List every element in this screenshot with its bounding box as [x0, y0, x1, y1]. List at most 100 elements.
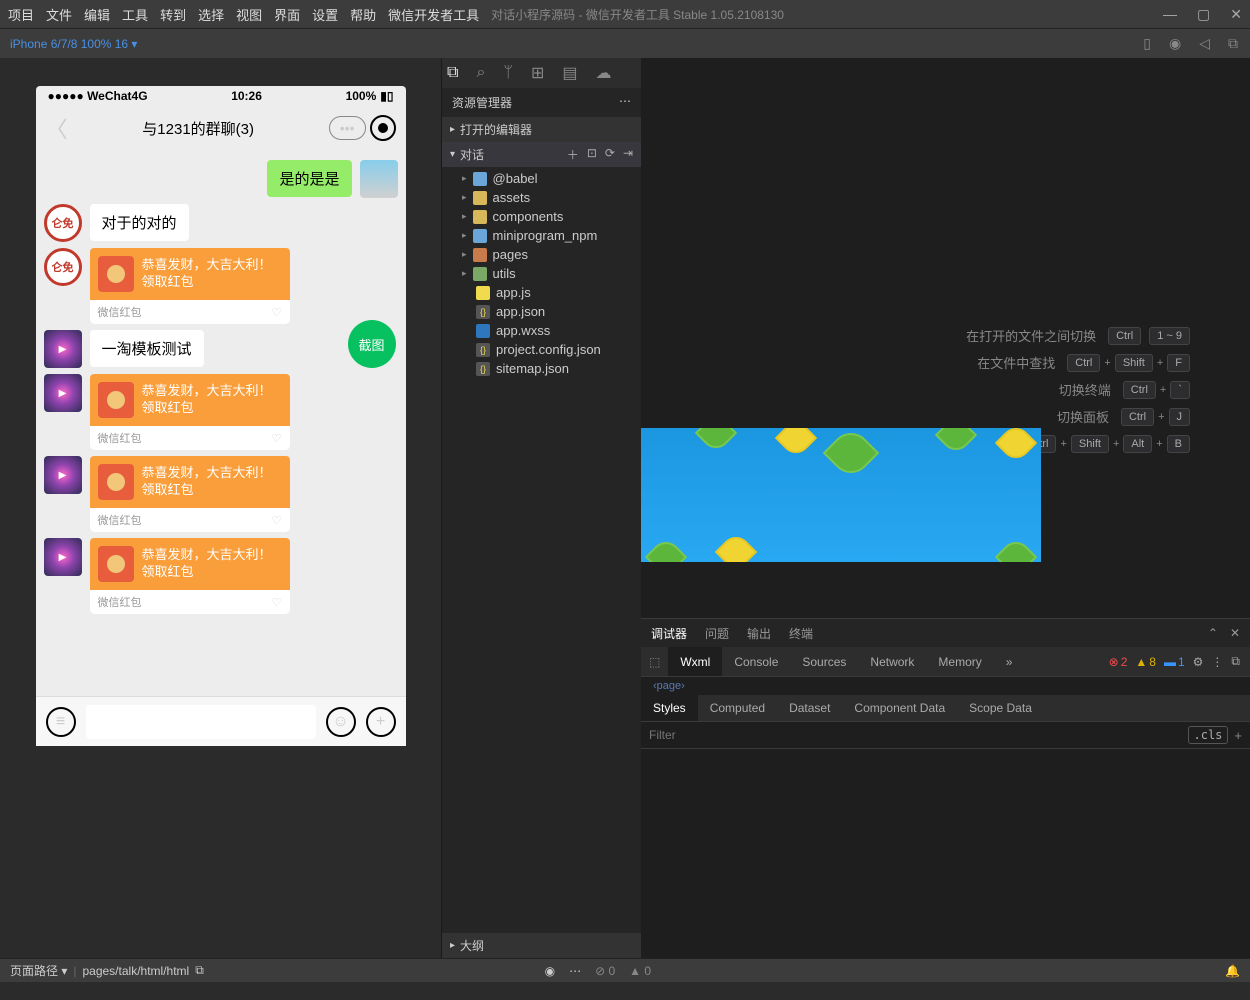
avatar[interactable]: 仑免 — [44, 204, 82, 242]
copy-icon[interactable]: ⧉ — [195, 963, 204, 978]
avatar[interactable]: 仑免 — [44, 248, 82, 286]
folder-@babel[interactable]: ▸@babel — [442, 169, 641, 188]
element-breadcrumb[interactable]: ‹page› — [641, 677, 1250, 695]
more-icon[interactable]: ••• — [329, 116, 366, 140]
red-packet[interactable]: 恭喜发财，大吉大利！领取红包 微信红包♡ — [90, 248, 290, 324]
chat-body[interactable]: 是的是是 仑免 对于的对的 仑免 恭喜发财，大吉大利！领取红包 微信红包♡ — [36, 150, 406, 696]
red-packet[interactable]: 恭喜发财，大吉大利！领取红包 微信红包♡ — [90, 374, 290, 450]
file-app.wxss[interactable]: app.wxss — [442, 321, 641, 340]
message-bubble[interactable]: 对于的对的 — [90, 204, 189, 241]
gear-icon[interactable]: ⚙ — [1193, 655, 1204, 669]
collapse-icon[interactable]: ⇥ — [623, 146, 633, 163]
menu-settings[interactable]: 设置 — [312, 5, 338, 24]
db-icon[interactable]: ▤ — [559, 63, 580, 83]
open-editors-section[interactable]: ▸打开的编辑器 — [442, 117, 641, 142]
screenshot-button[interactable]: 截图 — [348, 320, 396, 368]
menu-file[interactable]: 文件 — [46, 5, 72, 24]
chevron-up-icon[interactable]: ⌃ — [1208, 626, 1218, 640]
avatar[interactable] — [44, 538, 82, 576]
outline-section[interactable]: ▸大纲 — [442, 933, 641, 958]
menu-help[interactable]: 帮助 — [350, 5, 376, 24]
preview-icon[interactable]: ◉ — [545, 964, 555, 978]
more-icon[interactable]: ⋯ — [569, 964, 581, 978]
avatar[interactable] — [44, 374, 82, 412]
folder-components[interactable]: ▸components — [442, 207, 641, 226]
message-bubble[interactable]: 一淘模板测试 — [90, 330, 204, 367]
dock-icon[interactable]: ⧉ — [1231, 654, 1240, 669]
minimize-icon[interactable]: — — [1163, 6, 1177, 23]
device-selector[interactable]: iPhone 6/7/8 100% 16 ▾ — [10, 37, 137, 51]
file-project.config.json[interactable]: {}project.config.json — [442, 340, 641, 359]
dual-pane-icon[interactable]: ⧉ — [1228, 35, 1238, 52]
page-path-label[interactable]: 页面路径 ▾ — [10, 962, 67, 979]
styles-tab[interactable]: Styles — [641, 695, 698, 721]
wxml-tab[interactable]: Wxml — [668, 647, 722, 676]
files-tab-icon[interactable]: ⧉ — [444, 64, 461, 82]
problems-tab[interactable]: 问题 — [705, 625, 729, 642]
menu-wechat[interactable]: 微信开发者工具 — [388, 5, 479, 24]
refresh-icon[interactable]: ⟳ — [605, 146, 615, 163]
maximize-icon[interactable]: ▢ — [1197, 6, 1210, 23]
file-app.json[interactable]: {}app.json — [442, 302, 641, 321]
file-sitemap.json[interactable]: {}sitemap.json — [442, 359, 641, 378]
back-icon[interactable]: 〈 — [46, 112, 68, 144]
project-section[interactable]: ▾对话 ＋ ⊡ ⟳ ⇥ — [442, 142, 641, 167]
mute-icon[interactable]: ◁ — [1199, 35, 1210, 52]
avatar[interactable] — [44, 330, 82, 368]
filter-input[interactable] — [649, 728, 1188, 742]
page-path[interactable]: pages/talk/html/html — [82, 964, 189, 978]
debugger-tab[interactable]: 调试器 — [651, 625, 687, 642]
folder-utils[interactable]: ▸utils — [442, 264, 641, 283]
search-icon[interactable]: ⌕ — [473, 64, 488, 82]
bell-icon[interactable]: 🔔 — [1225, 964, 1240, 978]
cloud-icon[interactable]: ☁ — [593, 63, 615, 83]
avatar[interactable] — [44, 456, 82, 494]
plus-icon[interactable]: + — [366, 707, 396, 737]
network-tab[interactable]: Network — [858, 647, 926, 676]
scopedata-tab[interactable]: Scope Data — [957, 695, 1044, 721]
menu-ui[interactable]: 界面 — [274, 5, 300, 24]
explorer-more-icon[interactable]: ⋯ — [619, 94, 631, 111]
menu-view[interactable]: 视图 — [236, 5, 262, 24]
capsule-buttons[interactable]: ••• — [329, 115, 396, 141]
console-tab[interactable]: Console — [722, 647, 790, 676]
record-icon[interactable]: ◉ — [1169, 35, 1181, 52]
error-count[interactable]: ⊘ 0 — [595, 964, 615, 978]
menu-edit[interactable]: 编辑 — [84, 5, 110, 24]
add-style-icon[interactable]: + — [1234, 728, 1242, 743]
sources-tab[interactable]: Sources — [790, 647, 858, 676]
avatar[interactable] — [360, 160, 398, 198]
menu-select[interactable]: 选择 — [198, 5, 224, 24]
menu-project[interactable]: 项目 — [8, 5, 34, 24]
new-file-icon[interactable]: ＋ — [567, 146, 579, 163]
cls-button[interactable]: .cls — [1188, 726, 1229, 744]
warning-count[interactable]: ▲ 0 — [629, 964, 651, 978]
folder-miniprogram_npm[interactable]: ▸miniprogram_npm — [442, 226, 641, 245]
red-packet[interactable]: 恭喜发财，大吉大利！领取红包 微信红包♡ — [90, 538, 290, 614]
terminal-tab[interactable]: 终端 — [789, 625, 813, 642]
componentdata-tab[interactable]: Component Data — [842, 695, 957, 721]
file-app.js[interactable]: app.js — [442, 283, 641, 302]
memory-tab[interactable]: Memory — [926, 647, 993, 676]
menu-tools[interactable]: 工具 — [122, 5, 148, 24]
extensions-icon[interactable]: ⊞ — [528, 63, 547, 83]
git-icon[interactable]: ᛘ — [500, 64, 516, 82]
kebab-icon[interactable]: ⋮ — [1211, 655, 1223, 669]
voice-icon[interactable]: ≡ — [46, 707, 76, 737]
message-input[interactable] — [86, 705, 316, 739]
message-bubble[interactable]: 是的是是 — [267, 160, 351, 197]
menu-goto[interactable]: 转到 — [160, 5, 186, 24]
computed-tab[interactable]: Computed — [698, 695, 777, 721]
phone-icon[interactable]: ▯ — [1143, 35, 1151, 52]
close-icon[interactable]: ✕ — [1230, 6, 1242, 23]
new-folder-icon[interactable]: ⊡ — [587, 146, 597, 163]
folder-pages[interactable]: ▸pages — [442, 245, 641, 264]
folder-assets[interactable]: ▸assets — [442, 188, 641, 207]
more-tabs-icon[interactable]: » — [994, 647, 1025, 676]
close-miniapp-icon[interactable] — [370, 115, 396, 141]
output-tab[interactable]: 输出 — [747, 625, 771, 642]
red-packet[interactable]: 恭喜发财，大吉大利！领取红包 微信红包♡ — [90, 456, 290, 532]
dataset-tab[interactable]: Dataset — [777, 695, 842, 721]
emoji-icon[interactable]: ☺ — [326, 707, 356, 737]
inspect-icon[interactable]: ⬚ — [641, 655, 668, 669]
